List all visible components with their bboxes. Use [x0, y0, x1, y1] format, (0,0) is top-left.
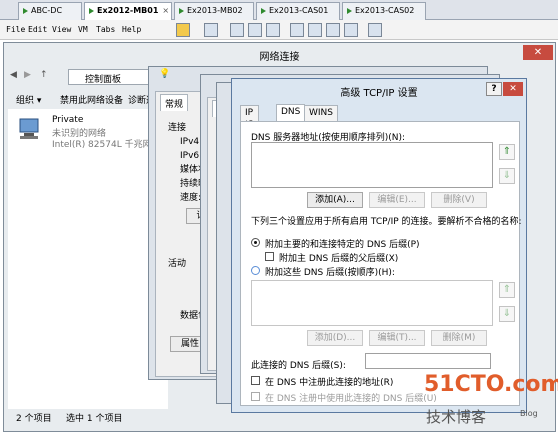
- menu-help[interactable]: Help: [122, 25, 141, 34]
- connection-adapter: Intel(R) 82574L 千兆网络: [52, 140, 161, 150]
- tab-dns[interactable]: DNS: [276, 104, 306, 121]
- window-icon: 💡: [159, 69, 171, 79]
- connection-suffix-input[interactable]: [365, 353, 491, 369]
- full-screen-icon[interactable]: [326, 23, 340, 37]
- advanced-tcpip-dialog: 高级 TCP/IP 设置 ? ✕ IP 设置 DNS WINS DNS 服务器地…: [231, 78, 527, 413]
- checkbox-append-parent[interactable]: [265, 252, 274, 261]
- dialog-title: 高级 TCP/IP 设置: [340, 88, 418, 99]
- snapshot-icon[interactable]: [230, 23, 244, 37]
- radio-append-these-label: 附加这些 DNS 后缀(按顺序)(H):: [265, 268, 395, 278]
- vm-tab-bar: ABC-DC Ex2012-MB01 × Ex2013-MB02 Ex2013-C…: [0, 0, 558, 21]
- play-icon: [179, 7, 184, 14]
- checkbox-use-suffix[interactable]: [251, 392, 260, 401]
- connection-label: 连接: [168, 123, 187, 133]
- window-title: 网络连接: [259, 52, 300, 63]
- breadcrumb[interactable]: 控制面板: [68, 69, 158, 85]
- menu-file[interactable]: File: [6, 25, 25, 34]
- connection-name: Private: [52, 115, 84, 125]
- library-icon[interactable]: [368, 23, 382, 37]
- watermark-tagline: 技术博客: [426, 408, 487, 426]
- help-button[interactable]: ?: [486, 82, 502, 96]
- tab-general[interactable]: 常规: [160, 94, 189, 111]
- menu-tabs[interactable]: Tabs: [96, 25, 115, 34]
- network-adapter-icon: [19, 118, 39, 139]
- move-up-icon[interactable]: ⇑: [499, 144, 515, 160]
- forward-icon[interactable]: ▶: [24, 70, 31, 80]
- menu-edit[interactable]: Edit: [28, 25, 47, 34]
- vm-tab-ex2013-mb02[interactable]: Ex2013-MB02: [174, 2, 254, 20]
- back-icon[interactable]: ◀: [10, 70, 17, 80]
- organize-menu[interactable]: 组织 ▾: [16, 93, 41, 106]
- radio-append-primary-label: 附加主要的和连接特定的 DNS 后缀(P): [265, 240, 420, 250]
- tab-wins[interactable]: WINS: [304, 105, 338, 121]
- connection-list: Private 未识别的网络 Intel(R) 82574L 千兆网络: [8, 109, 168, 409]
- selected-count: 选中 1 个项目: [66, 414, 123, 424]
- vm-tab-abc-dc[interactable]: ABC-DC: [18, 2, 82, 20]
- checkbox-append-parent-label: 附加主 DNS 后缀的父后缀(X): [279, 254, 399, 264]
- checkbox-register-address[interactable]: [251, 376, 260, 385]
- pause-icon[interactable]: [176, 23, 190, 37]
- status-bar: 2 个项目 选中 1 个项目: [16, 411, 216, 427]
- disable-device-button[interactable]: 禁用此网络设备: [60, 93, 123, 106]
- connection-suffix-label: 此连接的 DNS 后缀(S):: [251, 361, 346, 371]
- watermark-site: 51CTO.com: [424, 372, 558, 397]
- suffix-description: 下列三个设置应用于所有启用 TCP/IP 的连接。要解析不合格的名称:: [251, 217, 522, 227]
- item-count: 2 个项目: [16, 414, 52, 424]
- close-button[interactable]: ✕: [523, 45, 553, 60]
- dns-suffix-list[interactable]: [251, 280, 493, 326]
- dns-tab-page: DNS 服务器地址(按使用顺序排列)(N): ⇑ ⇓ 添加(A)... 编辑(E…: [240, 121, 522, 406]
- suffix-move-up-icon[interactable]: ⇑: [499, 282, 515, 298]
- watermark-blog: Blog: [520, 409, 538, 418]
- add-dns-server-button[interactable]: 添加(A)...: [307, 192, 363, 208]
- suffix-move-down-icon[interactable]: ⇓: [499, 306, 515, 322]
- vm-menu-bar: File Edit View VM Tabs Help: [0, 20, 558, 40]
- checkbox-register-address-label: 在 DNS 中注册此连接的地址(R): [265, 378, 394, 388]
- close-button[interactable]: ✕: [503, 82, 523, 96]
- play-icon: [261, 7, 266, 14]
- vm-tab-ex2013-cas01[interactable]: Ex2013-CAS01: [256, 2, 340, 20]
- command-bar: 组织 ▾ 禁用此网络设备 诊断这: [8, 91, 168, 107]
- checkbox-use-suffix-label: 在 DNS 注册中使用此连接的 DNS 后缀(U): [265, 394, 437, 404]
- add-suffix-button[interactable]: 添加(D)...: [307, 330, 363, 346]
- unity-icon[interactable]: [344, 23, 358, 37]
- play-icon: [347, 7, 352, 14]
- revert-snapshot-icon[interactable]: [248, 23, 262, 37]
- menu-view[interactable]: View: [52, 25, 71, 34]
- close-tab-icon[interactable]: ×: [162, 6, 169, 15]
- send-keys-icon[interactable]: [204, 23, 218, 37]
- speed-label: 速度:: [180, 193, 202, 203]
- delete-suffix-button[interactable]: 删除(M): [431, 330, 487, 346]
- activity-label: 活动: [168, 259, 187, 269]
- console-view-icon[interactable]: [290, 23, 304, 37]
- radio-append-these[interactable]: [251, 266, 260, 275]
- play-icon: [23, 7, 28, 14]
- vm-tab-ex2013-cas02[interactable]: Ex2013-CAS02: [342, 2, 426, 20]
- snapshot-manager-icon[interactable]: [266, 23, 280, 37]
- edit-dns-server-button[interactable]: 编辑(E)...: [369, 192, 425, 208]
- vm-tab-ex2012-mb01[interactable]: Ex2012-MB01 ×: [84, 2, 172, 21]
- up-icon[interactable]: ↑: [40, 70, 48, 80]
- delete-dns-server-button[interactable]: 删除(V): [431, 192, 487, 208]
- thumbnail-view-icon[interactable]: [308, 23, 322, 37]
- tab-ip-settings[interactable]: IP 设置: [240, 105, 259, 144]
- menu-vm[interactable]: VM: [78, 25, 88, 34]
- move-down-icon[interactable]: ⇓: [499, 168, 515, 184]
- radio-append-primary[interactable]: [251, 238, 260, 247]
- list-item[interactable]: Private 未识别的网络 Intel(R) 82574L 千兆网络: [16, 115, 166, 155]
- play-icon: [89, 7, 94, 14]
- edit-suffix-button[interactable]: 编辑(T)...: [369, 330, 425, 346]
- dns-servers-list[interactable]: [251, 142, 493, 188]
